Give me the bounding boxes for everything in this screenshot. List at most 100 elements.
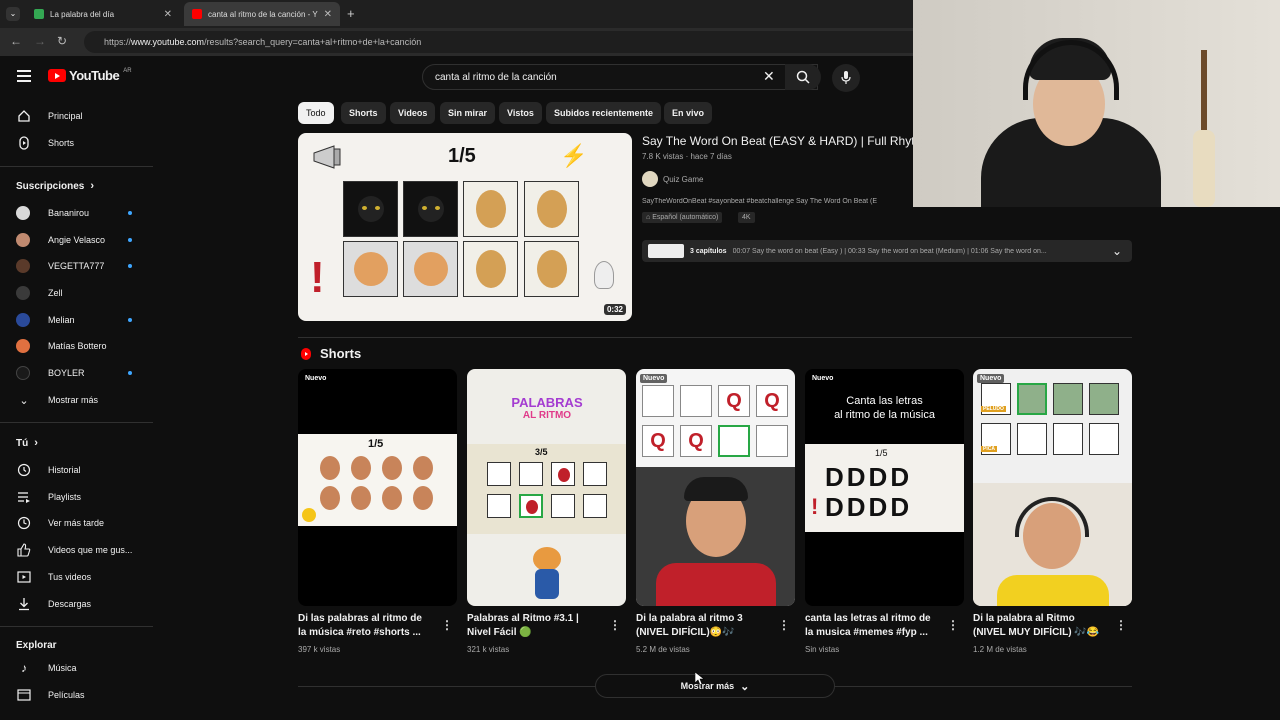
grid-cell-cat bbox=[403, 241, 458, 297]
sidebar-item-label: Zell bbox=[48, 288, 63, 298]
creator-hair bbox=[684, 477, 748, 501]
shorts-section-title: Shorts bbox=[320, 346, 362, 361]
reload-icon[interactable]: ↻ bbox=[57, 34, 67, 48]
chevron-down-icon: ⌄ bbox=[740, 680, 750, 693]
section-divider bbox=[298, 337, 1132, 338]
sidebar-item-downloads[interactable]: Descargas bbox=[16, 593, 146, 615]
channel-name[interactable]: Quiz Game bbox=[663, 175, 703, 184]
music-icon: ♪ bbox=[21, 661, 27, 675]
tab-favicon-icon bbox=[34, 9, 44, 19]
avatar bbox=[16, 366, 30, 380]
sidebar-item-music[interactable]: ♪ Música bbox=[16, 657, 146, 679]
face-icon bbox=[351, 456, 371, 480]
exclamation-icon: ! bbox=[310, 253, 325, 302]
grid-cell-black-cat bbox=[403, 181, 458, 237]
sidebar-sub-angie-velasco[interactable]: Angie Velasco bbox=[16, 229, 146, 251]
face-icon bbox=[382, 456, 402, 480]
grid-cell-face bbox=[1017, 383, 1047, 415]
short-title-line: (NIVEL DIFÍCIL)😳🎶 bbox=[636, 627, 735, 638]
forward-icon[interactable]: → bbox=[34, 34, 46, 48]
sidebar-sub-matias-bottero[interactable]: Matías Bottero bbox=[16, 335, 146, 357]
tab-list-icon[interactable]: ⌄ bbox=[6, 7, 20, 21]
sidebar-item-movies[interactable]: Películas bbox=[16, 684, 146, 706]
menu-hamburger-icon[interactable] bbox=[17, 70, 31, 82]
browser-tab-2-active[interactable]: canta al ritmo de la canción - Y ✕ bbox=[184, 2, 340, 26]
short-title[interactable]: Di la palabra al Ritmo (NIVEL MUY DIFÍCIL… bbox=[973, 612, 1113, 640]
translate-icon: ⌂ bbox=[646, 214, 651, 221]
shorts-section-heading: Shorts bbox=[300, 346, 361, 361]
sidebar-item-principal[interactable]: Principal bbox=[16, 105, 146, 127]
grid-cell-dog bbox=[524, 181, 579, 237]
close-tab-icon[interactable]: ✕ bbox=[164, 9, 172, 20]
chip-subidos-recientemente[interactable]: Subidos recientemente bbox=[546, 102, 662, 124]
show-more-shorts-button[interactable]: Mostrar más ⌄ bbox=[595, 674, 835, 698]
sidebar-item-shorts[interactable]: Shorts bbox=[16, 132, 146, 154]
short-title[interactable]: canta las letras al ritmo de la musica #m… bbox=[805, 612, 945, 640]
short-thumbnail[interactable]: Nuevo Q Q Q Q bbox=[636, 369, 795, 606]
video-title[interactable]: Say The Word On Beat (EASY & HARD) | Ful… bbox=[642, 134, 913, 148]
channel-avatar[interactable] bbox=[642, 171, 658, 187]
sidebar-sub-melian[interactable]: Melian bbox=[16, 309, 146, 331]
short-thumbnail[interactable]: Nuevo Canta las letras al ritmo de la mú… bbox=[805, 369, 964, 606]
chip-sin-mirar[interactable]: Sin mirar bbox=[440, 102, 496, 124]
short-title[interactable]: Di la palabra al ritmo 3 (NIVEL DIFÍCIL)😳… bbox=[636, 612, 776, 640]
sidebar-sub-zell[interactable]: Zell bbox=[16, 282, 146, 304]
more-options-icon[interactable]: ⋮ bbox=[441, 618, 453, 632]
close-tab-icon[interactable]: ✕ bbox=[324, 9, 332, 20]
chip-vistos[interactable]: Vistos bbox=[499, 102, 542, 124]
url-prefix: https:// bbox=[104, 37, 132, 47]
search-icon bbox=[796, 70, 810, 84]
sidebar-item-liked-videos[interactable]: Videos que me gus... bbox=[16, 539, 146, 561]
sidebar-item-watch-later[interactable]: Ver más tarde bbox=[16, 512, 146, 534]
short-thumbnail[interactable]: Nuevo PELUDO PICA bbox=[973, 369, 1132, 606]
show-more-subscriptions[interactable]: ⌄ Mostrar más bbox=[16, 389, 146, 411]
chapters-bar[interactable]: 3 capítulos 00:07 Say the word on beat (… bbox=[642, 240, 1132, 262]
playlists-icon bbox=[16, 489, 32, 505]
chip-videos[interactable]: Videos bbox=[390, 102, 436, 124]
home-icon bbox=[16, 108, 32, 124]
short-thumbnail[interactable]: Nuevo 1/5 bbox=[298, 369, 457, 606]
short-title-line: Palabras al Ritmo #3.1 | bbox=[467, 613, 579, 624]
sidebar-sub-bananirou[interactable]: Bananirou bbox=[16, 202, 146, 224]
chevron-down-icon[interactable]: ⌄ bbox=[1112, 244, 1122, 258]
short-views: 5.2 M de vistas bbox=[636, 645, 690, 654]
short-thumbnail[interactable]: PALABRAS AL RITMO 3/5 bbox=[467, 369, 626, 606]
you-heading[interactable]: Tú › bbox=[16, 437, 38, 449]
youtube-favicon-icon bbox=[192, 9, 202, 19]
sidebar-sub-vegetta777[interactable]: VEGETTA777 bbox=[16, 255, 146, 277]
voice-search-button[interactable] bbox=[832, 64, 860, 92]
new-tab-icon[interactable]: + bbox=[347, 6, 355, 21]
sidebar-item-label: Videos que me gus... bbox=[48, 545, 133, 555]
youtube-logo[interactable]: YouTube AR bbox=[48, 68, 132, 83]
sidebar-item-your-videos[interactable]: Tus videos bbox=[16, 566, 146, 588]
chip-en-vivo[interactable]: En vivo bbox=[664, 102, 713, 124]
grid-cell-strawberry bbox=[551, 462, 575, 486]
more-options-icon[interactable]: ⋮ bbox=[609, 618, 621, 632]
more-options-icon[interactable]: ⋮ bbox=[1115, 618, 1127, 632]
video-thumbnail[interactable]: 1/5 ⚡ ! 0:32 bbox=[298, 133, 632, 321]
grid-cell bbox=[1017, 423, 1047, 455]
download-icon bbox=[16, 596, 32, 612]
short-title[interactable]: Di las palabras al ritmo de la música #re… bbox=[298, 612, 438, 640]
sidebar-item-historial[interactable]: Historial bbox=[16, 459, 146, 481]
sidebar-item-playlists[interactable]: Playlists bbox=[16, 486, 146, 508]
search-button[interactable] bbox=[785, 64, 821, 90]
tab-title: La palabra del día bbox=[50, 9, 115, 19]
chip-shorts[interactable]: Shorts bbox=[341, 102, 386, 124]
subscriptions-heading[interactable]: Suscripciones › bbox=[16, 180, 94, 192]
avatar bbox=[16, 259, 30, 273]
browser-tab-1[interactable]: La palabra del día ✕ bbox=[26, 2, 180, 26]
short-title[interactable]: Palabras al Ritmo #3.1 | Nivel Fácil 🟢 bbox=[467, 612, 607, 640]
sidebar-sub-boyler[interactable]: BOYLER bbox=[16, 362, 146, 384]
search-input[interactable]: canta al ritmo de la canción bbox=[422, 64, 818, 90]
clear-search-icon[interactable]: ✕ bbox=[763, 68, 775, 85]
sidebar-divider bbox=[0, 166, 153, 167]
short-caption-line-1: Canta las letras bbox=[846, 395, 923, 407]
subscriptions-heading-label: Suscripciones bbox=[16, 180, 85, 192]
sidebar-item-label: Música bbox=[48, 663, 77, 673]
back-icon[interactable]: ← bbox=[10, 34, 22, 48]
chip-todo[interactable]: Todo bbox=[298, 102, 334, 124]
sidebar-item-label: Principal bbox=[48, 111, 83, 121]
more-options-icon[interactable]: ⋮ bbox=[778, 618, 790, 632]
more-options-icon[interactable]: ⋮ bbox=[947, 618, 959, 632]
